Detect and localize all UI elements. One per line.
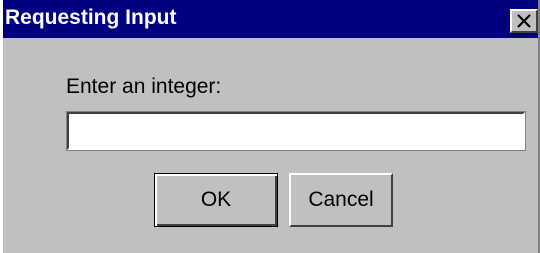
dialog-title: Requesting Input bbox=[5, 6, 177, 29]
cancel-button[interactable]: Cancel bbox=[289, 173, 393, 227]
prompt-label: Enter an integer: bbox=[66, 75, 222, 98]
cancel-button-label: Cancel bbox=[308, 188, 374, 211]
input-dialog: Requesting Input Enter an integer: OK Ca… bbox=[0, 0, 540, 253]
close-button[interactable] bbox=[510, 9, 538, 33]
title-bar[interactable]: Requesting Input bbox=[3, 0, 538, 38]
ok-button[interactable]: OK bbox=[154, 173, 278, 227]
integer-input[interactable] bbox=[66, 111, 526, 151]
ok-button-label: OK bbox=[200, 188, 232, 211]
close-icon bbox=[517, 14, 531, 28]
